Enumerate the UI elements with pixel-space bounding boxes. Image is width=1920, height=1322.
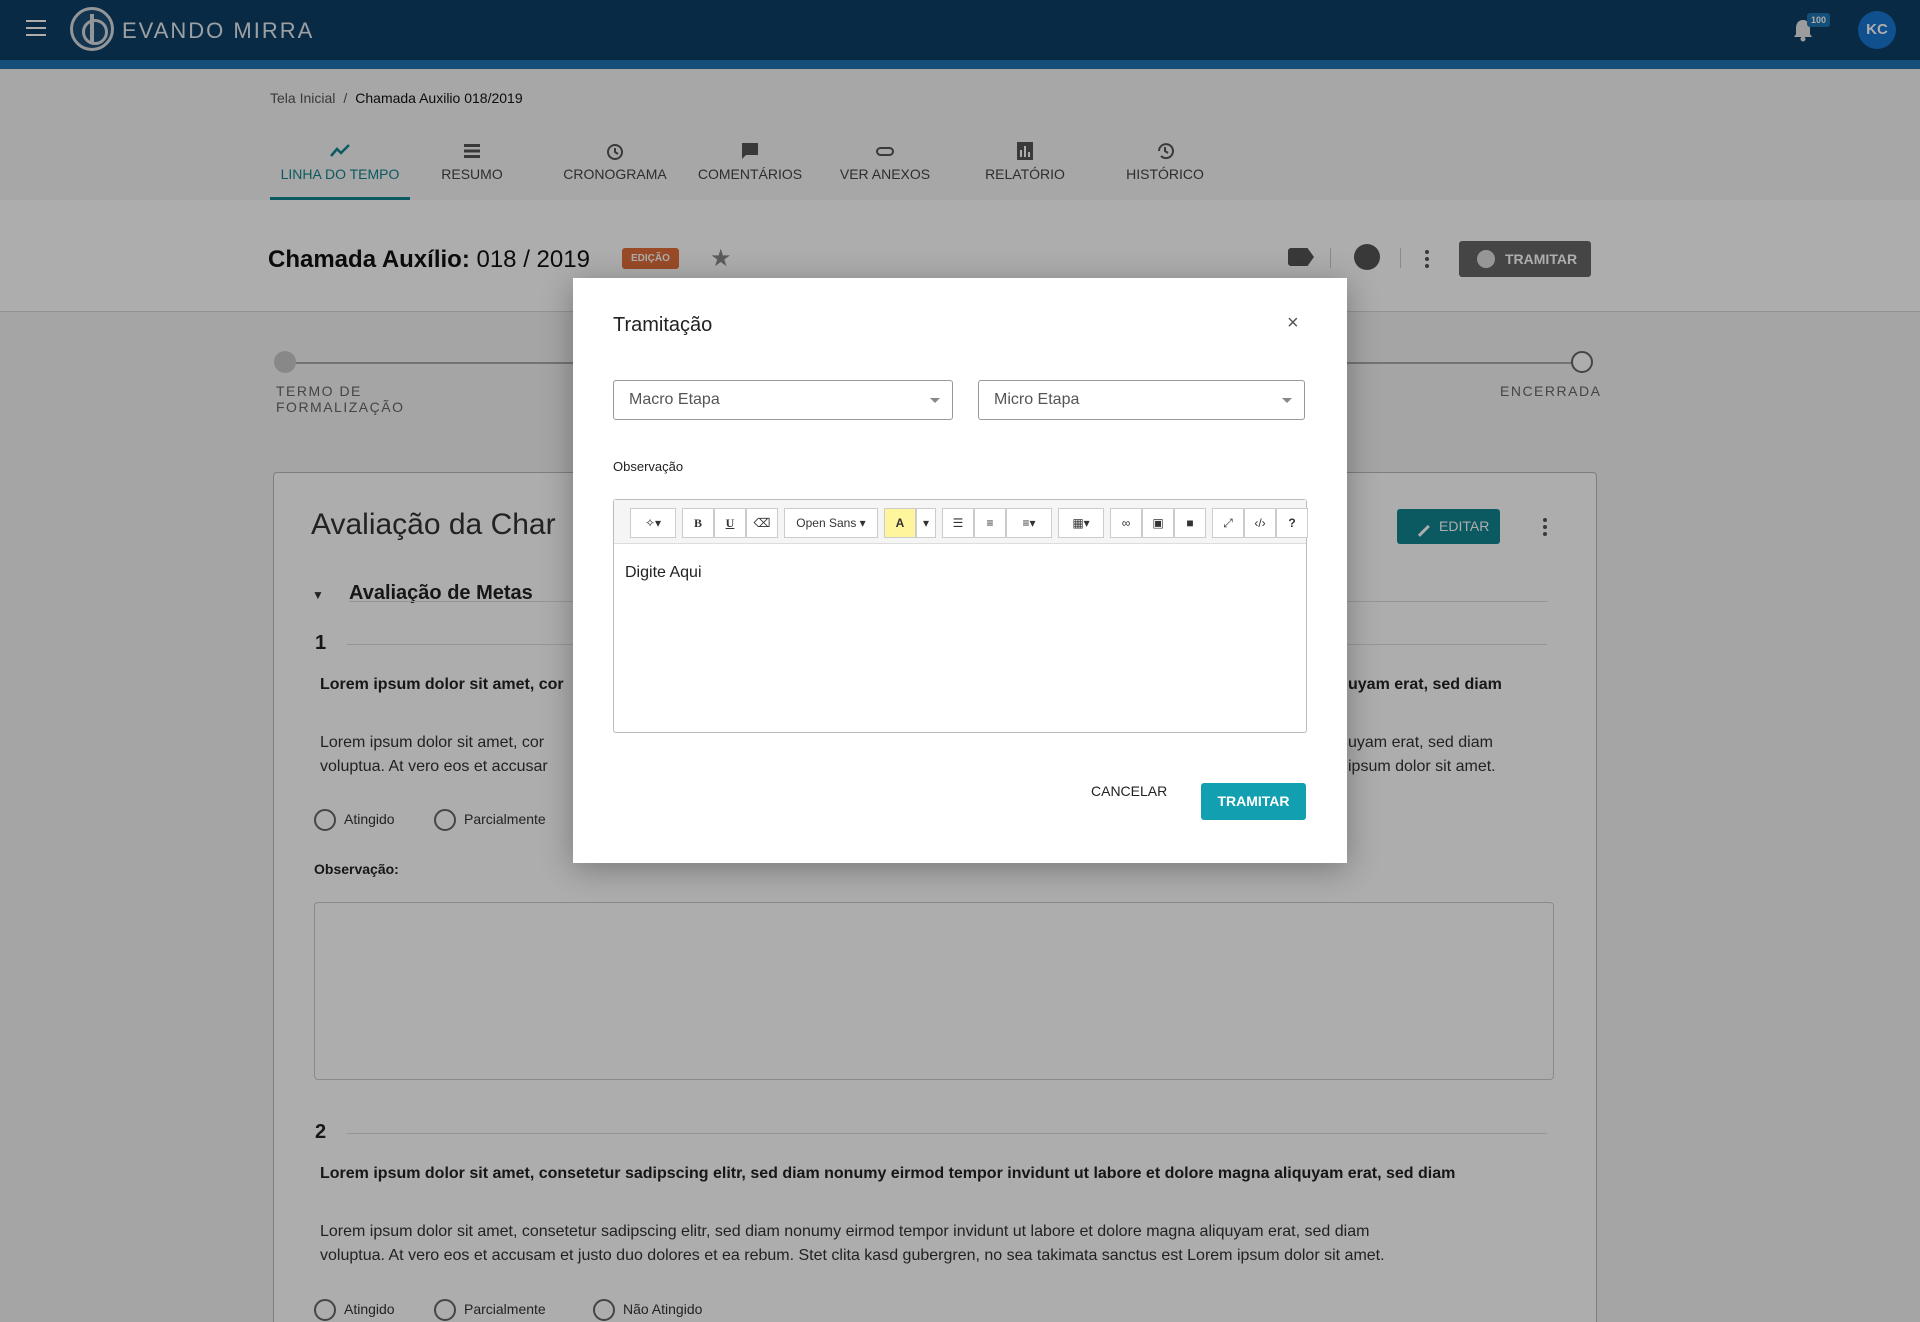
font-family-select[interactable]: Open Sans ▾ bbox=[784, 508, 878, 538]
eraser-icon[interactable]: ⌫ bbox=[746, 508, 778, 538]
editor-content[interactable]: Digite Aqui bbox=[625, 564, 702, 582]
text-color-icon[interactable]: A bbox=[884, 508, 916, 538]
image-icon[interactable]: ▣ bbox=[1142, 508, 1174, 538]
underline-icon[interactable]: U bbox=[714, 508, 746, 538]
fullscreen-icon[interactable]: ⤢ bbox=[1212, 508, 1244, 538]
cancel-button[interactable]: CANCELAR bbox=[1091, 783, 1167, 799]
table-icon[interactable]: ▦▾ bbox=[1058, 508, 1104, 538]
micro-etapa-select[interactable]: Micro Etapa bbox=[978, 380, 1305, 420]
chevron-down-icon bbox=[930, 398, 940, 403]
chevron-down-icon bbox=[1282, 398, 1292, 403]
rich-text-editor: ✧▾ B U ⌫ Open Sans ▾ A ▾ ☰ ≡ ≡▾ ▦▾ ∞ ▣ ■… bbox=[613, 499, 1308, 733]
magic-style-icon[interactable]: ✧▾ bbox=[630, 508, 676, 538]
micro-etapa-placeholder: Micro Etapa bbox=[994, 391, 1080, 408]
tramitacao-dialog: Tramitação × Macro Etapa Micro Etapa Obs… bbox=[573, 278, 1347, 863]
help-icon[interactable]: ? bbox=[1276, 508, 1308, 538]
numbered-list-icon[interactable]: ≡ bbox=[974, 508, 1006, 538]
observation-label: Observação bbox=[613, 459, 684, 474]
align-icon[interactable]: ≡▾ bbox=[1006, 508, 1052, 538]
font-family-label: Open Sans bbox=[796, 516, 857, 530]
macro-etapa-select[interactable]: Macro Etapa bbox=[613, 380, 953, 420]
tramitar-submit-button[interactable]: TRAMITAR bbox=[1201, 783, 1306, 820]
video-icon[interactable]: ■ bbox=[1174, 508, 1206, 538]
macro-etapa-placeholder: Macro Etapa bbox=[629, 391, 720, 408]
color-dropdown-icon[interactable]: ▾ bbox=[916, 508, 936, 538]
code-view-icon[interactable]: ‹/› bbox=[1244, 508, 1276, 538]
link-icon[interactable]: ∞ bbox=[1110, 508, 1142, 538]
dialog-title: Tramitação bbox=[613, 314, 713, 336]
close-icon[interactable]: × bbox=[1287, 312, 1299, 335]
editor-toolbar: ✧▾ B U ⌫ Open Sans ▾ A ▾ ☰ ≡ ≡▾ ▦▾ ∞ ▣ ■… bbox=[614, 500, 1308, 544]
bold-icon[interactable]: B bbox=[682, 508, 714, 538]
bullet-list-icon[interactable]: ☰ bbox=[942, 508, 974, 538]
